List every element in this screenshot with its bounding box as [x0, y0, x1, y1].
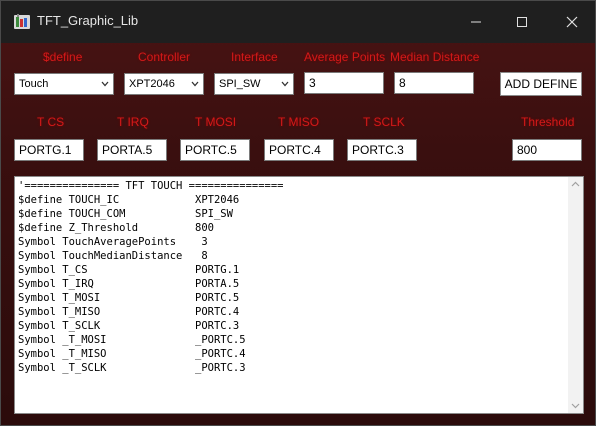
chevron-down-icon	[191, 81, 199, 87]
t-cs-field[interactable]: PORTG.1	[14, 139, 84, 161]
t-sclk-field[interactable]: PORTC.3	[347, 139, 417, 161]
median-distance-field[interactable]: 8	[394, 72, 474, 94]
controller-label: Controller	[138, 50, 191, 64]
output-line: Symbol T_SCLK PORTC.3	[18, 320, 240, 332]
close-button[interactable]	[549, 1, 595, 43]
output-line: Symbol TouchMedianDistance 8	[18, 250, 208, 262]
chevron-down-icon	[101, 81, 109, 87]
median-distance-label: Median Distance	[390, 50, 480, 64]
output-lines: '=============== TFT TOUCH =============…	[18, 179, 284, 375]
app-window: TFT_Graphic_Lib $define Controller Inter…	[0, 0, 596, 426]
add-define-button[interactable]: ADD DEFINE	[500, 72, 582, 96]
interface-select[interactable]: SPI_SW	[214, 73, 294, 95]
t-miso-label: T MISO	[278, 115, 320, 129]
minimize-button[interactable]	[453, 1, 499, 43]
t-mosi-field[interactable]: PORTC.5	[180, 139, 250, 161]
interface-select-value: SPI_SW	[219, 78, 261, 90]
vertical-scrollbar[interactable]	[568, 177, 583, 413]
threshold-label: Threshold	[521, 115, 575, 129]
t-irq-field[interactable]: PORTA.5	[97, 139, 167, 161]
output-line: Symbol _T_MISO _PORTC.4	[18, 348, 246, 360]
maximize-button[interactable]	[499, 1, 545, 43]
minimize-icon	[471, 21, 481, 23]
output-line: Symbol _T_SCLK _PORTC.3	[18, 362, 246, 374]
app-icon	[13, 13, 31, 31]
output-line: Symbol T_MOSI PORTC.5	[18, 292, 240, 304]
output-line: Symbol T_IRQ PORTA.5	[18, 278, 240, 290]
controller-select-value: XPT2046	[129, 78, 175, 90]
output-line: $define TOUCH_COM SPI_SW	[18, 208, 233, 220]
maximize-icon	[517, 17, 527, 27]
controller-select[interactable]: XPT2046	[124, 73, 204, 95]
average-points-label: Average Points	[304, 50, 386, 64]
title-bar: TFT_Graphic_Lib	[1, 1, 595, 43]
output-line: Symbol T_MISO PORTC.4	[18, 306, 240, 318]
t-mosi-label: T MOSI	[195, 115, 237, 129]
output-line: '=============== TFT TOUCH =============…	[18, 180, 284, 192]
t-cs-label: T CS	[37, 115, 65, 129]
t-sclk-label: T SCLK	[363, 115, 405, 129]
output-textarea[interactable]: '=============== TFT TOUCH =============…	[14, 176, 584, 414]
chevron-down-icon	[281, 81, 289, 87]
output-line: $define Z_Threshold 800	[18, 222, 214, 234]
window-title: TFT_Graphic_Lib	[37, 13, 139, 28]
scroll-up-icon[interactable]	[571, 181, 580, 187]
scroll-down-icon[interactable]	[571, 403, 580, 409]
output-line: Symbol T_CS PORTG.1	[18, 264, 240, 276]
define-label: $define	[43, 50, 83, 64]
t-miso-field[interactable]: PORTC.4	[264, 139, 334, 161]
threshold-field[interactable]: 800	[512, 139, 582, 161]
t-irq-label: T IRQ	[117, 115, 149, 129]
interface-label: Interface	[231, 50, 278, 64]
output-line: $define TOUCH_IC XPT2046	[18, 194, 240, 206]
define-select-value: Touch	[19, 78, 49, 90]
output-line: Symbol TouchAveragePoints 3	[18, 236, 208, 248]
close-icon	[566, 16, 578, 28]
output-line: Symbol _T_MOSI _PORTC.5	[18, 334, 246, 346]
average-points-field[interactable]: 3	[304, 72, 384, 94]
define-select[interactable]: Touch	[14, 73, 114, 95]
